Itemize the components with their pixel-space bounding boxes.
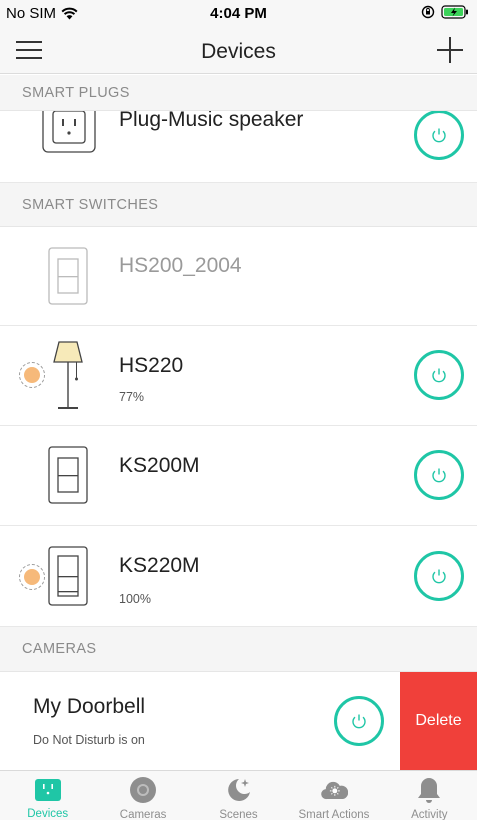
cloud-sun-icon bbox=[320, 776, 348, 804]
tab-label: Scenes bbox=[219, 809, 258, 820]
power-icon bbox=[432, 569, 446, 584]
tab-label: Activity bbox=[411, 809, 448, 820]
section-header-smart-switches: SMART SWITCHES bbox=[0, 183, 477, 227]
power-icon bbox=[432, 368, 446, 383]
power-button[interactable] bbox=[334, 696, 384, 746]
tab-activity[interactable]: Activity bbox=[382, 771, 477, 820]
power-icon bbox=[352, 714, 366, 729]
status-bar: No SIM 4:04 PM bbox=[0, 0, 477, 26]
delete-button[interactable]: Delete bbox=[400, 672, 477, 770]
brightness-level: 77% bbox=[119, 390, 145, 404]
camera-status: Do Not Disturb is on bbox=[33, 733, 145, 747]
power-button[interactable] bbox=[414, 111, 464, 160]
power-button[interactable] bbox=[414, 350, 464, 400]
tab-label: Devices bbox=[27, 808, 69, 820]
light-switch-icon bbox=[48, 247, 88, 310]
device-row-plug[interactable]: Plug-Music speaker bbox=[0, 111, 477, 183]
dimmer-switch-icon bbox=[48, 546, 88, 611]
smart-plug-icon bbox=[42, 111, 96, 162]
page-title: Devices bbox=[201, 40, 276, 63]
light-switch-icon bbox=[48, 446, 88, 509]
tab-bar: Devices Cameras Scenes Smart Actions Act… bbox=[0, 770, 477, 820]
device-name: My Doorbell bbox=[33, 695, 146, 718]
plus-icon bbox=[437, 37, 463, 63]
floor-lamp-icon bbox=[50, 340, 86, 417]
device-name: HS220 bbox=[119, 354, 184, 377]
device-name: KS220M bbox=[119, 554, 200, 577]
tab-scenes[interactable]: Scenes bbox=[191, 771, 286, 820]
device-row-hs200[interactable]: HS200_2004 bbox=[0, 227, 477, 326]
device-row-ks220m[interactable]: KS220M 100% bbox=[0, 526, 477, 627]
tab-cameras[interactable]: Cameras bbox=[95, 771, 190, 820]
device-row-hs220[interactable]: HS220 77% bbox=[0, 326, 477, 426]
status-time: 4:04 PM bbox=[210, 5, 267, 22]
device-name: KS200M bbox=[119, 454, 200, 477]
plug-icon bbox=[34, 776, 62, 803]
tab-smart-actions[interactable]: Smart Actions bbox=[286, 771, 381, 820]
section-header-smart-plugs: SMART PLUGS bbox=[0, 75, 477, 111]
moon-stars-icon bbox=[225, 776, 253, 804]
power-icon bbox=[432, 468, 446, 483]
brightness-level: 100% bbox=[119, 592, 151, 606]
status-right bbox=[421, 5, 469, 19]
device-name: Plug-Music speaker bbox=[119, 111, 304, 131]
power-button[interactable] bbox=[414, 450, 464, 500]
nav-bar: Devices bbox=[0, 26, 477, 74]
tab-label: Smart Actions bbox=[298, 809, 370, 820]
add-device-button[interactable] bbox=[435, 35, 465, 65]
brightness-indicator bbox=[19, 564, 45, 590]
section-header-cameras: CAMERAS bbox=[0, 627, 477, 672]
brightness-indicator bbox=[19, 362, 45, 388]
camera-lens-icon bbox=[129, 776, 157, 804]
tab-label: Cameras bbox=[119, 809, 167, 820]
power-icon bbox=[432, 128, 446, 143]
power-button[interactable] bbox=[414, 551, 464, 601]
device-row-ks200m[interactable]: KS200M bbox=[0, 426, 477, 526]
tab-devices[interactable]: Devices bbox=[0, 771, 95, 820]
device-name: HS200_2004 bbox=[119, 254, 242, 277]
battery-charging-icon bbox=[441, 5, 468, 19]
bell-icon bbox=[415, 776, 443, 804]
device-row-doorbell[interactable]: My Doorbell Do Not Disturb is on Delete bbox=[0, 672, 477, 770]
orientation-lock-icon bbox=[421, 5, 435, 19]
